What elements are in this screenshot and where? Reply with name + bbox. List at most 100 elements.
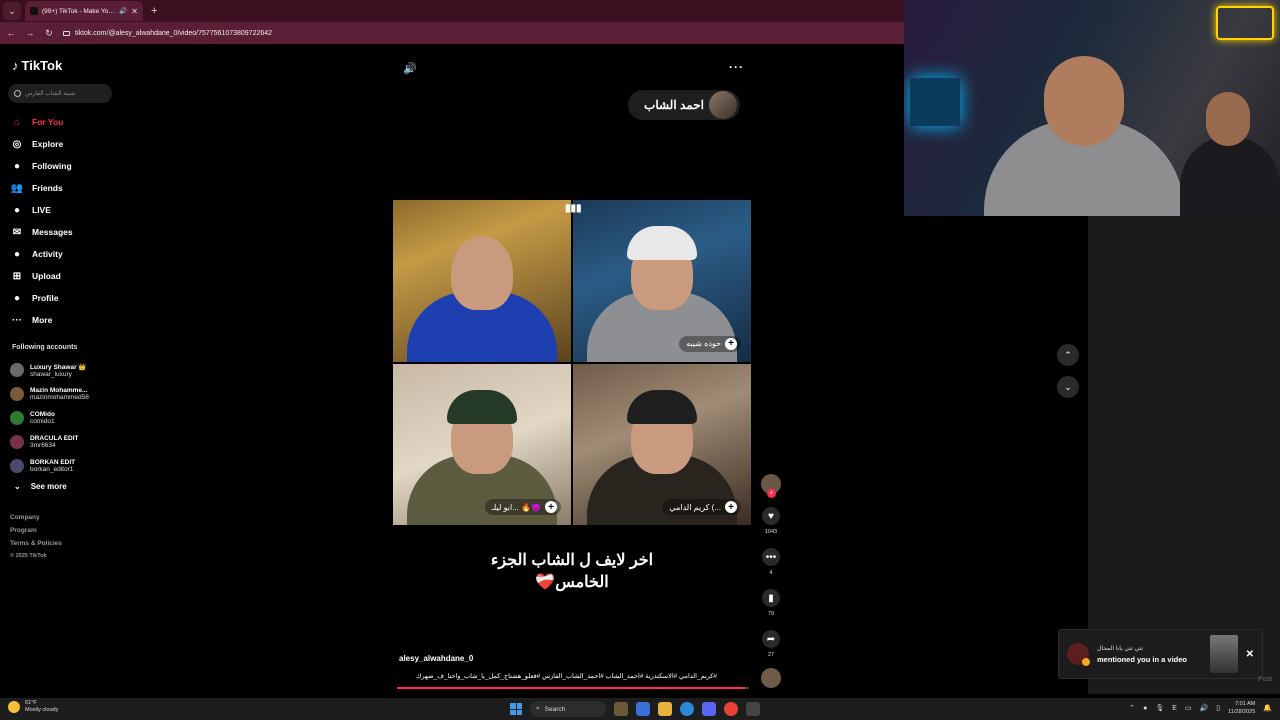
comment-action[interactable]: ••• 4 [762, 548, 780, 576]
webcam-overlay [904, 0, 1280, 216]
heart-icon[interactable]: ♥ [762, 507, 780, 525]
speaker-icon: 🔊 [119, 8, 128, 15]
taskbar-search[interactable]: ⌕ Search [530, 701, 606, 717]
edge-icon[interactable] [680, 702, 694, 716]
save-action[interactable]: ▮ 79 [762, 589, 780, 617]
following-account[interactable]: DRACULA EDIT 3mr6634 [10, 430, 89, 454]
windows-start-icon[interactable] [510, 703, 522, 715]
friends-icon: 👥 [10, 182, 24, 194]
keyboard-layout-icon[interactable]: E [1172, 705, 1177, 712]
site-info-icon[interactable] [63, 30, 70, 36]
search-input[interactable]: شيبة الشاب الفارس [8, 84, 112, 103]
account-name: COMido [30, 411, 55, 418]
video-hashtags[interactable]: #كريم_الدامي #الاسكندرية #احمد_الشاب #اح… [399, 672, 717, 680]
chevron-up-icon[interactable]: ⌃ [1129, 704, 1135, 712]
sidebar-item-for-you[interactable]: ⌂ For You [10, 111, 73, 133]
tab-close-icon[interactable]: ✕ [131, 7, 138, 16]
notification-bell-icon[interactable]: 🔔 [1263, 704, 1272, 712]
share-action[interactable]: ➦ 27 [762, 630, 780, 658]
sidebar-item-live[interactable]: ● LIVE [10, 199, 73, 221]
tab-menu-chevron-icon[interactable]: ⌄ [3, 2, 21, 20]
follow-plus-icon: + [545, 501, 557, 513]
file-explorer-icon[interactable] [658, 702, 672, 716]
comment-icon[interactable]: ••• [762, 548, 780, 566]
sidebar-item-explore[interactable]: ◎ Explore [10, 133, 73, 155]
footer-link-terms[interactable]: Terms & Policies [10, 540, 62, 553]
action-bar: + ♥ 1043 ••• 4 ▮ 79 ➦ 27 [760, 474, 782, 688]
clock[interactable]: 7:01 AM 11/28/2025 [1228, 700, 1255, 716]
participant-name: حوده شيبه [686, 339, 721, 348]
author-username[interactable]: alesy_alwahdane_0 [399, 654, 473, 663]
battery-icon[interactable]: ▯ [1216, 704, 1220, 712]
account-handle: 3mr6634 [30, 442, 56, 449]
microphone-icon[interactable]: 🎙 [1155, 704, 1164, 712]
new-tab-button[interactable]: + [151, 5, 157, 17]
follow-plus-icon: + [725, 337, 737, 350]
sidebar-item-profile[interactable]: ● Profile [10, 287, 73, 309]
url-text: tiktok.com/@alesy_alwahdane_0/video/7577… [75, 29, 273, 37]
discord-icon[interactable] [702, 702, 716, 716]
following-account[interactable]: Mazin Mohamme... mazinmohammed58 [10, 382, 89, 406]
sidebar-item-label: Upload [32, 271, 61, 281]
account-handle: borkan_editor1 [30, 466, 74, 473]
reload-icon[interactable]: ↻ [44, 28, 54, 39]
comment-count: 4 [769, 570, 773, 576]
previous-video-button[interactable]: ⌃ [1057, 344, 1079, 366]
account-name: BORKAN EDIT [30, 459, 76, 466]
sidebar-item-more[interactable]: ··· More [10, 309, 73, 331]
sidebar-item-messages[interactable]: ✉ Messages [10, 221, 73, 243]
like-action[interactable]: ♥ 1043 [762, 507, 780, 535]
copyright: © 2025 TikTok [10, 553, 47, 559]
share-icon[interactable]: ➦ [762, 630, 780, 648]
footer-link-company[interactable]: Company [10, 514, 62, 527]
mention-notification[interactable]: تتي تتي يانا المجال mentioned you in a v… [1058, 629, 1263, 679]
volume-icon[interactable]: 🔊 [403, 62, 417, 75]
music-disc-icon[interactable] [761, 668, 781, 688]
post-comment-button[interactable]: Post [1258, 676, 1272, 683]
tray-app-icon[interactable]: ● [1143, 705, 1147, 712]
search-icon [14, 90, 21, 97]
sidebar-item-friends[interactable]: 👥 Friends [10, 177, 73, 199]
host-avatar [709, 91, 737, 119]
video-frame[interactable]: حوده شيبه + ابو ليلـ... 🔥👿 + كريم الدامي… [393, 200, 751, 525]
sidebar-item-upload[interactable]: ⊞ Upload [10, 265, 73, 287]
time: 7:01 AM [1235, 701, 1256, 707]
creator-avatar[interactable]: + [761, 474, 781, 498]
back-arrow-icon[interactable]: ← [6, 28, 16, 38]
sidebar-item-label: Following [32, 161, 72, 171]
footer-link-program[interactable]: Program [10, 527, 62, 540]
store-icon[interactable] [636, 702, 650, 716]
chrome-icon[interactable] [724, 702, 738, 716]
sidebar-item-activity[interactable]: ● Activity [10, 243, 73, 265]
weather-widget[interactable]: 61°F Mostly cloudy [8, 700, 58, 714]
bookmark-icon[interactable]: ▮ [762, 589, 780, 607]
close-icon[interactable]: ✕ [1246, 649, 1254, 660]
following-account[interactable]: BORKAN EDIT borkan_editor1 [10, 454, 89, 478]
more-options-icon[interactable]: ··· [729, 60, 744, 74]
browser-tab-strip: ⌄ (99+) TikTok - Make Your Day 🔊 ✕ + [0, 0, 904, 22]
activity-icon: ● [13, 248, 21, 260]
following-account[interactable]: Luxury Shawar 👑 shawar_luxury [10, 358, 89, 382]
tiktok-logo[interactable]: ♪ TikTok [12, 58, 62, 73]
app-icon[interactable] [746, 702, 760, 716]
video-progress-bar[interactable] [397, 687, 749, 689]
follow-plus-icon[interactable]: + [767, 489, 776, 498]
widgets-icon[interactable] [614, 702, 628, 716]
video-cell-3: ابو ليلـ... 🔥👿 + [393, 363, 571, 525]
browser-tab[interactable]: (99+) TikTok - Make Your Day 🔊 ✕ [25, 1, 143, 21]
messages-icon: ✉ [12, 226, 22, 238]
system-tray: ⌃ ● 🎙 E ▭ 🔊 ▯ 7:01 AM 11/28/2025 🔔 [1129, 700, 1272, 716]
tiktok-favicon-icon [30, 7, 38, 15]
progress-fill [397, 687, 746, 689]
url-field[interactable]: tiktok.com/@alesy_alwahdane_0/video/7577… [63, 30, 272, 37]
sidebar-item-following[interactable]: ● Following [10, 155, 73, 177]
footer-links: Company Program Terms & Policies © 2025 … [10, 514, 62, 566]
forward-arrow-icon[interactable]: → [25, 28, 35, 38]
volume-icon[interactable]: 🔊 [1200, 704, 1209, 712]
following-account[interactable]: COMido comido1 [10, 406, 89, 430]
next-video-button[interactable]: ⌄ [1057, 376, 1079, 398]
see-more-button[interactable]: ⌄ See more [14, 482, 67, 491]
network-icon[interactable]: ▭ [1185, 704, 1192, 712]
upload-icon: ⊞ [12, 270, 22, 282]
following-accounts-list: Luxury Shawar 👑 shawar_luxury Mazin Mohamm… [10, 358, 89, 478]
